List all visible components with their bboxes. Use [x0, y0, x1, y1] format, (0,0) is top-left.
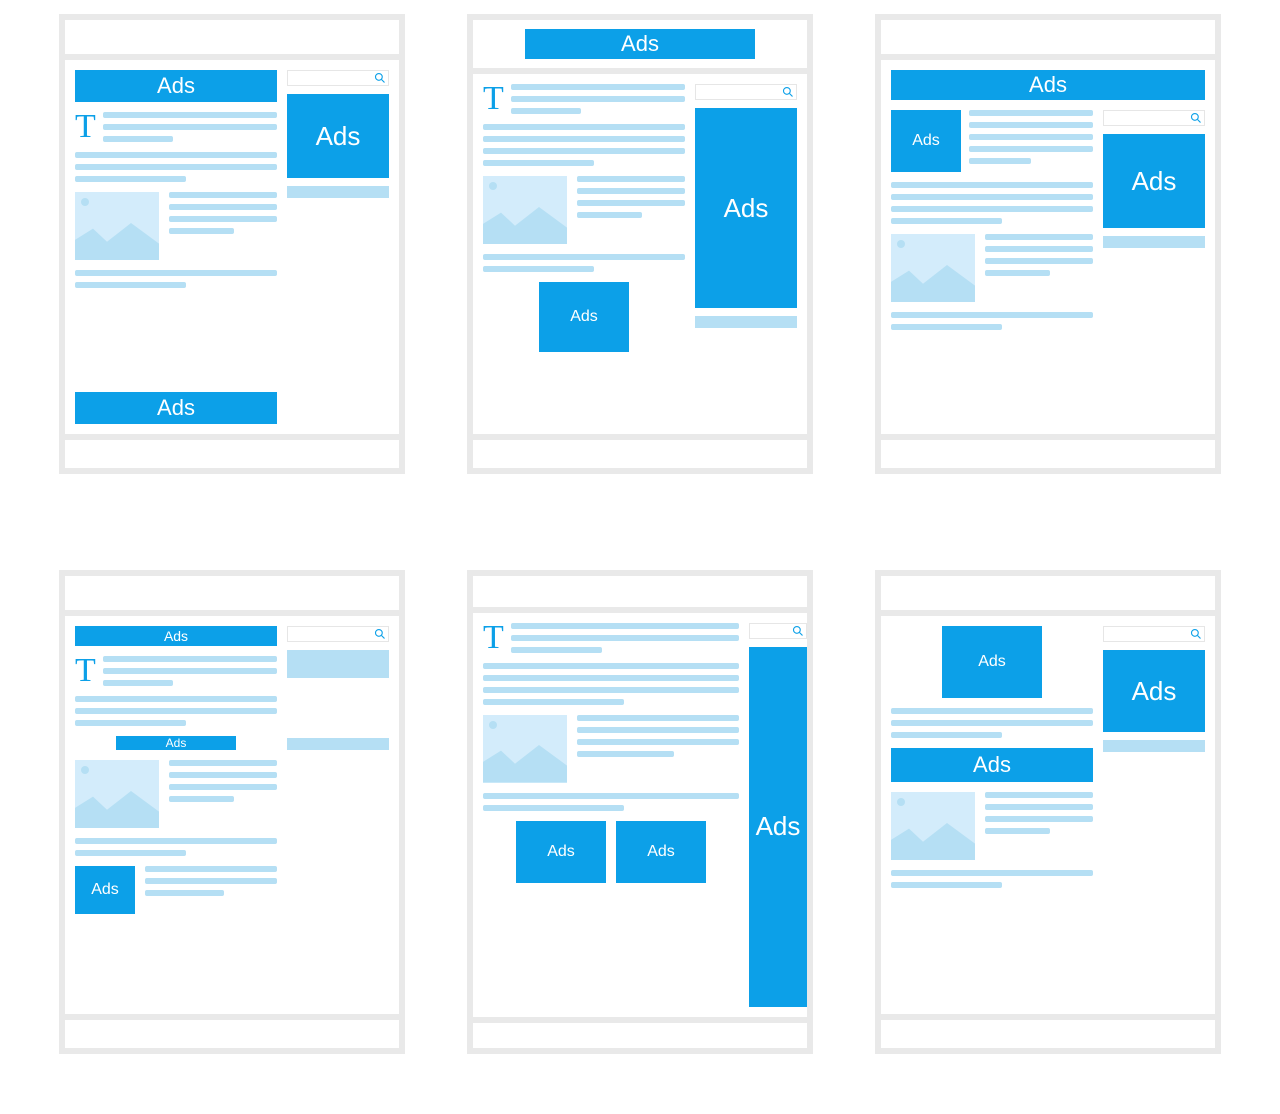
ad-skyscraper[interactable]: Ads [749, 647, 807, 1007]
dropcap-letter: T [75, 108, 96, 146]
ad-banner-bottom[interactable]: Ads [75, 392, 277, 424]
article-intro: T [483, 623, 739, 653]
search-input[interactable] [695, 84, 797, 100]
sidebar [287, 626, 389, 1004]
ad-sidebar-square[interactable]: Ads [1103, 134, 1205, 228]
article-intro: T [75, 656, 277, 686]
ad-banner-top[interactable]: Ads [891, 70, 1205, 100]
search-icon [1190, 628, 1202, 640]
sidebar: Ads [287, 70, 389, 424]
main-column: T Ads Ads [483, 623, 739, 1007]
main-column: Ads Ads [891, 626, 1093, 1004]
ad-thumb[interactable]: Ads [75, 866, 135, 914]
search-input[interactable] [287, 70, 389, 86]
image-thumbnail [75, 192, 159, 260]
ad-banner-top[interactable]: Ads [75, 70, 277, 102]
page-footer [473, 434, 807, 468]
search-input[interactable] [749, 623, 807, 639]
sidebar: Ads [1103, 110, 1205, 424]
image-thumbnail [75, 760, 159, 828]
ad-square-right[interactable]: Ads [616, 821, 706, 883]
ad-sidebar-square[interactable]: Ads [287, 94, 389, 178]
main-column: T Ads [483, 84, 685, 424]
search-icon [374, 628, 386, 640]
dropcap-letter: T [483, 80, 504, 118]
sidebar-stub [1103, 740, 1205, 752]
ad-sidebar-square[interactable]: Ads [1103, 650, 1205, 732]
ad-banner-mid[interactable]: Ads [891, 748, 1093, 782]
article-intro: T [483, 84, 685, 114]
search-icon [782, 86, 794, 98]
main-column: Ads T Ads [75, 70, 277, 424]
image-thumbnail [483, 176, 567, 244]
search-input[interactable] [1103, 626, 1205, 642]
page-footer [473, 1017, 807, 1048]
page-footer [881, 1014, 1215, 1048]
page-header [881, 20, 1215, 60]
image-thumbnail [891, 234, 975, 302]
main-column: Ads [891, 110, 1093, 424]
sidebar-stub [1103, 236, 1205, 248]
layout-card-2: Ads T Ads Ads [467, 14, 813, 474]
ad-header-banner[interactable]: Ads [525, 29, 755, 59]
search-icon [1190, 112, 1202, 124]
layout-card-5: T Ads Ads Ads [467, 570, 813, 1054]
ad-square-left[interactable]: Ads [891, 110, 961, 172]
main-column: Ads T Ads Ads [75, 626, 277, 1004]
ad-inline-square[interactable]: Ads [539, 282, 629, 352]
dropcap-letter: T [483, 619, 504, 657]
search-icon [792, 625, 804, 637]
image-thumbnail [891, 792, 975, 860]
sidebar-stub [287, 650, 389, 678]
dropcap-letter: T [75, 652, 96, 690]
search-input[interactable] [287, 626, 389, 642]
ad-sidebar-tall[interactable]: Ads [695, 108, 797, 308]
layout-card-1: Ads T Ads Ads [59, 14, 405, 474]
ad-thin-top[interactable]: Ads [75, 626, 277, 646]
article-intro: T [75, 112, 277, 142]
ad-square-left[interactable]: Ads [516, 821, 606, 883]
layout-card-4: Ads T Ads Ads [59, 570, 405, 1054]
sidebar-stub [695, 316, 797, 328]
page-header [881, 576, 1215, 616]
sidebar-stub [287, 186, 389, 198]
page-header [473, 576, 807, 613]
image-thumbnail [483, 715, 567, 783]
ad-square-top[interactable]: Ads [942, 626, 1042, 698]
sidebar: Ads [1103, 626, 1205, 1004]
page-footer [65, 1014, 399, 1048]
sidebar-stub [287, 738, 389, 750]
sidebar: Ads [695, 84, 797, 424]
layout-gallery: Ads T Ads Ads Ads T [0, 0, 1280, 1080]
page-header [65, 20, 399, 60]
layout-card-3: Ads Ads Ads [875, 14, 1221, 474]
page-header [65, 576, 399, 616]
page-footer [65, 434, 399, 468]
page-footer [881, 434, 1215, 468]
layout-card-6: Ads Ads Ads [875, 570, 1221, 1054]
search-input[interactable] [1103, 110, 1205, 126]
sidebar: Ads [749, 623, 807, 1007]
search-icon [374, 72, 386, 84]
ad-inline-thin[interactable]: Ads [116, 736, 236, 750]
page-header: Ads [473, 20, 807, 74]
